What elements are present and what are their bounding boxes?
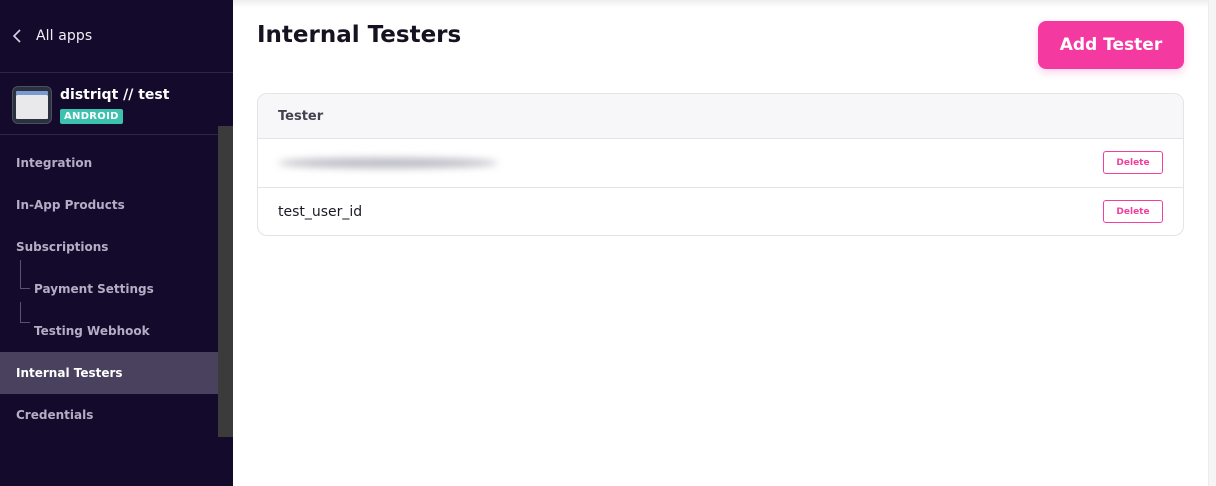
add-tester-button[interactable]: Add Tester [1038,21,1184,69]
sidebar-item-integration[interactable]: Integration [0,142,218,184]
top-shadow [233,0,1208,8]
sidebar-item-label: Payment Settings [34,282,154,296]
sidebar-item-in-app-products[interactable]: In-App Products [0,184,218,226]
app-window-icon [12,86,52,124]
app-header: distriqt // test ANDROID [0,74,233,135]
all-apps-label: All apps [36,28,93,44]
delete-button[interactable]: Delete [1103,200,1163,223]
sidebar-scrollbar[interactable] [218,126,233,437]
sidebar-item-internal-testers[interactable]: Internal Testers [0,352,218,394]
page-title: Internal Testers [257,22,462,48]
sidebar-item-payment-settings[interactable]: Payment Settings [0,260,218,310]
tree-connector [20,302,30,323]
app-name: distriqt // test [60,87,170,103]
all-apps-link[interactable]: All apps [0,0,233,73]
sidebar-item-credentials[interactable]: Credentials [0,394,218,436]
column-header-tester: Tester [258,94,1183,139]
sidebar-item-testing-webhook[interactable]: Testing Webhook [0,302,218,352]
table-row: Delete [258,139,1183,187]
redacted-tester-id [278,158,498,168]
platform-badge: ANDROID [60,109,123,124]
sidebar-item-label: Testing Webhook [34,324,150,338]
sidebar: All apps distriqt // test ANDROID Integr… [0,0,233,486]
sidebar-nav: Integration In-App Products Subscription… [0,142,218,436]
chevron-left-icon [12,29,21,43]
tester-id: test_user_id [278,203,363,220]
delete-button[interactable]: Delete [1103,151,1163,174]
sidebar-item-subscriptions[interactable]: Subscriptions [0,226,218,268]
table-row: test_user_id Delete [258,187,1183,235]
testers-table: Tester Delete test_user_id Delete [257,93,1184,236]
page-scrollbar[interactable] [1208,0,1216,486]
tree-connector [20,260,30,289]
